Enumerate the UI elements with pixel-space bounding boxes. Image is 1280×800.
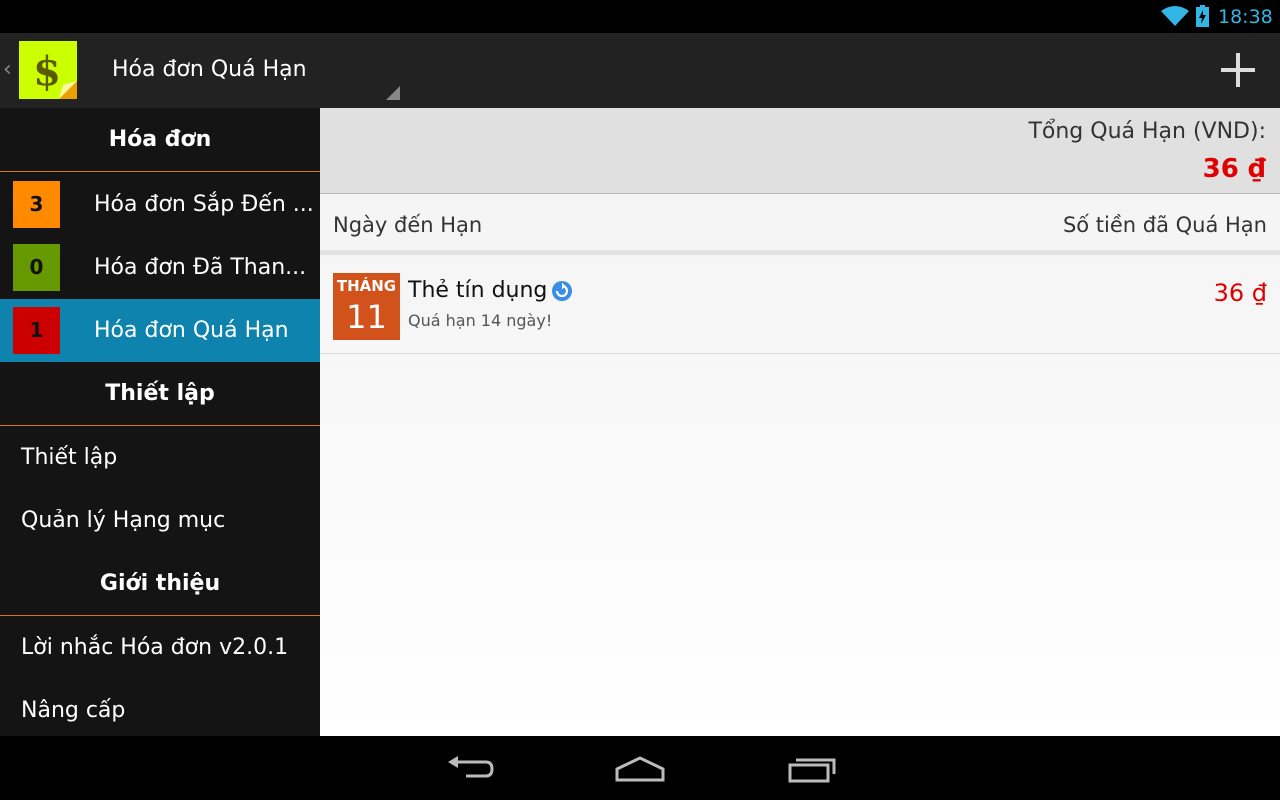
bill-amount: 36 ₫ <box>1213 279 1267 307</box>
summary-label: Tổng Quá Hạn (VND): <box>1028 119 1266 144</box>
main-content: Tổng Quá Hạn (VND): 36 ₫ Ngày đến Hạn Số… <box>320 108 1280 736</box>
summary-total: 36 ₫ <box>1202 154 1266 184</box>
up-caret-icon[interactable]: ‹ <box>3 58 12 82</box>
count-badge: 0 <box>13 244 60 291</box>
back-icon[interactable] <box>440 752 500 786</box>
status-bar: 18:38 <box>0 0 1280 33</box>
sidebar-item-manage-categories[interactable]: Quản lý Hạng mục <box>0 489 320 552</box>
recent-apps-icon[interactable] <box>782 752 842 786</box>
sidebar-item-upcoming-bills[interactable]: 3 Hóa đơn Sắp Đến ... <box>0 173 320 236</box>
sidebar-item-upgrade[interactable]: Nâng cấp <box>0 679 320 742</box>
date-day: 11 <box>346 298 387 336</box>
column-due-date[interactable]: Ngày đến Hạn <box>333 211 482 239</box>
sidebar-item-settings[interactable]: Thiết lập <box>0 426 320 489</box>
system-nav-bar <box>0 736 1280 800</box>
repeat-icon <box>552 281 572 301</box>
sidebar-item-label: Hóa đơn Đã Than... <box>94 255 307 280</box>
battery-charging-icon <box>1196 5 1209 27</box>
sidebar-item-version[interactable]: Lời nhắc Hóa đơn v2.0.1 <box>0 616 320 679</box>
date-tile: THÁNG 11 <box>333 273 400 340</box>
clock: 18:38 <box>1218 6 1273 28</box>
section-header-about: Giới thiệu <box>0 552 320 616</box>
action-bar: ‹ $ Hóa đơn Quá Hạn <box>0 33 1280 108</box>
sidebar-item-label: Hóa đơn Sắp Đến ... <box>94 192 314 217</box>
wifi-icon <box>1161 6 1189 26</box>
add-bill-button[interactable] <box>1205 37 1271 103</box>
section-header-bills: Hóa đơn <box>0 108 320 172</box>
home-icon[interactable] <box>610 752 670 786</box>
count-badge: 1 <box>13 307 60 354</box>
spinner-triangle-icon <box>386 86 400 100</box>
bill-name: Thẻ tín dụng <box>408 278 548 303</box>
dollar-sticky-note-icon[interactable]: $ <box>19 41 77 99</box>
column-header: Ngày đến Hạn Số tiền đã Quá Hạn <box>320 195 1280 255</box>
page-title: Hóa đơn Quá Hạn <box>112 57 307 82</box>
sidebar-item-label: Hóa đơn Quá Hạn <box>94 318 289 343</box>
bill-row[interactable]: THÁNG 11 Thẻ tín dụng Quá hạn 14 ngày! 3… <box>320 260 1280 354</box>
section-header-settings: Thiết lập <box>0 362 320 426</box>
bill-status: Quá hạn 14 ngày! <box>408 311 553 330</box>
sidebar-item-paid-bills[interactable]: 0 Hóa đơn Đã Than... <box>0 236 320 299</box>
count-badge: 3 <box>13 181 60 228</box>
date-month: THÁNG <box>336 277 397 295</box>
navigation-drawer: Hóa đơn 3 Hóa đơn Sắp Đến ... 0 Hóa đơn … <box>0 108 320 736</box>
overdue-summary: Tổng Quá Hạn (VND): 36 ₫ <box>320 108 1280 194</box>
view-spinner[interactable]: Hóa đơn Quá Hạn <box>100 33 402 108</box>
sidebar-item-overdue-bills[interactable]: 1 Hóa đơn Quá Hạn <box>0 299 320 362</box>
svg-text:$: $ <box>33 48 61 95</box>
column-overdue-amount[interactable]: Số tiền đã Quá Hạn <box>1063 211 1267 239</box>
